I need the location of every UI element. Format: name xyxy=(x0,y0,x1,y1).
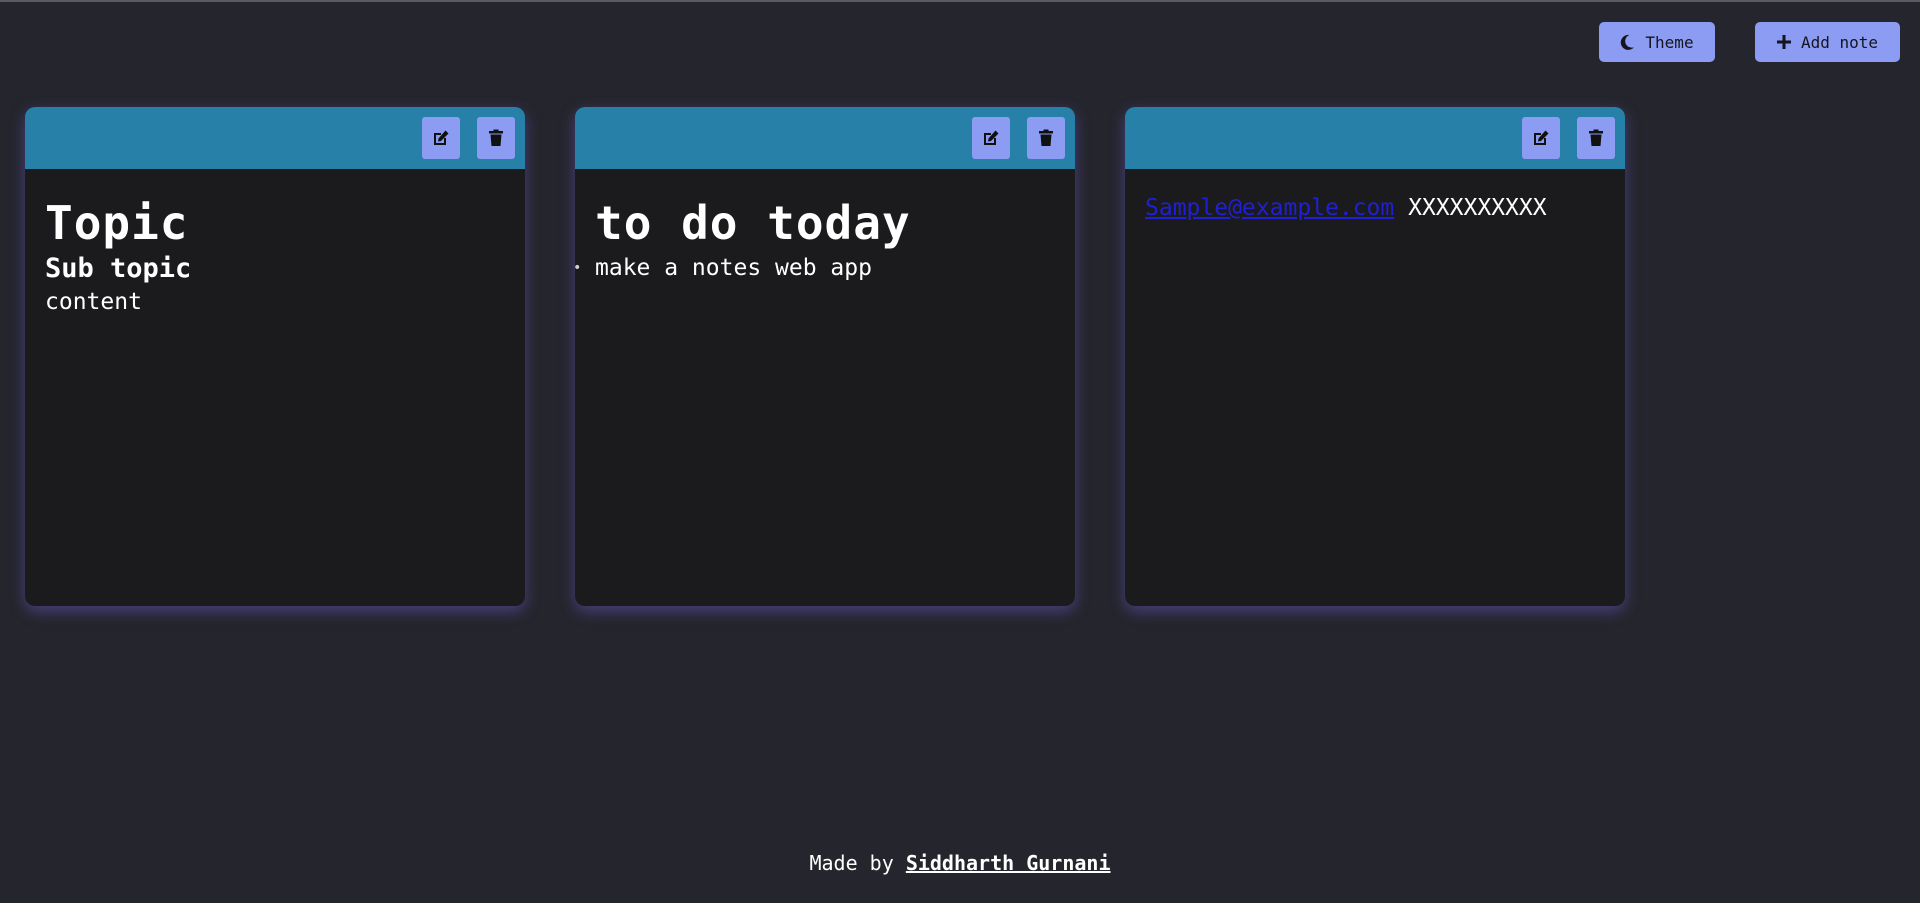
edit-icon xyxy=(1532,129,1550,147)
plus-icon xyxy=(1776,35,1791,49)
note-header xyxy=(25,107,525,169)
top-border xyxy=(0,0,1920,2)
phone-text: XXXXXXXXXX xyxy=(1408,195,1547,221)
delete-note-button[interactable] xyxy=(1577,117,1615,159)
delete-note-button[interactable] xyxy=(477,117,515,159)
note-body[interactable]: to do today • make a notes web app xyxy=(575,169,1055,606)
list-item-text: make a notes web app xyxy=(595,255,872,281)
edit-note-button[interactable] xyxy=(1522,117,1560,159)
edit-icon xyxy=(432,129,450,147)
note-card: Sample@example.com XXXXXXXXXX xyxy=(1125,107,1625,606)
note-header xyxy=(575,107,1075,169)
note-heading: Topic xyxy=(45,196,189,250)
trash-icon xyxy=(488,129,504,147)
theme-button[interactable]: Theme xyxy=(1599,22,1715,62)
moon-icon xyxy=(1620,34,1635,51)
delete-note-button[interactable] xyxy=(1027,117,1065,159)
trash-icon xyxy=(1038,129,1054,147)
edit-icon xyxy=(982,129,1000,147)
note-heading: to do today xyxy=(595,196,911,250)
note-body[interactable]: Topic Sub topic content xyxy=(45,169,505,606)
add-note-button[interactable]: Add note xyxy=(1755,22,1900,62)
author-link[interactable]: Siddharth Gurnani xyxy=(906,851,1111,875)
edit-note-button[interactable] xyxy=(422,117,460,159)
footer-prefix: Made by xyxy=(809,851,894,875)
list-bullet: • xyxy=(575,251,581,285)
email-link[interactable]: Sample@example.com xyxy=(1145,195,1394,221)
note-subheading: Sub topic xyxy=(45,253,192,284)
note-card: to do today • make a notes web app xyxy=(575,107,1075,606)
contact-line: Sample@example.com XXXXXXXXXX xyxy=(1145,193,1605,223)
note-header xyxy=(1125,107,1625,169)
note-card: Topic Sub topic content xyxy=(25,107,525,606)
footer: Made by Siddharth Gurnani xyxy=(0,851,1920,875)
list-item: • make a notes web app xyxy=(575,251,1055,285)
add-note-button-label: Add note xyxy=(1800,32,1879,52)
theme-button-label: Theme xyxy=(1645,32,1694,52)
note-body[interactable]: Sample@example.com XXXXXXXXXX xyxy=(1145,169,1605,606)
edit-note-button[interactable] xyxy=(972,117,1010,159)
note-content: content xyxy=(45,289,142,315)
trash-icon xyxy=(1588,129,1604,147)
